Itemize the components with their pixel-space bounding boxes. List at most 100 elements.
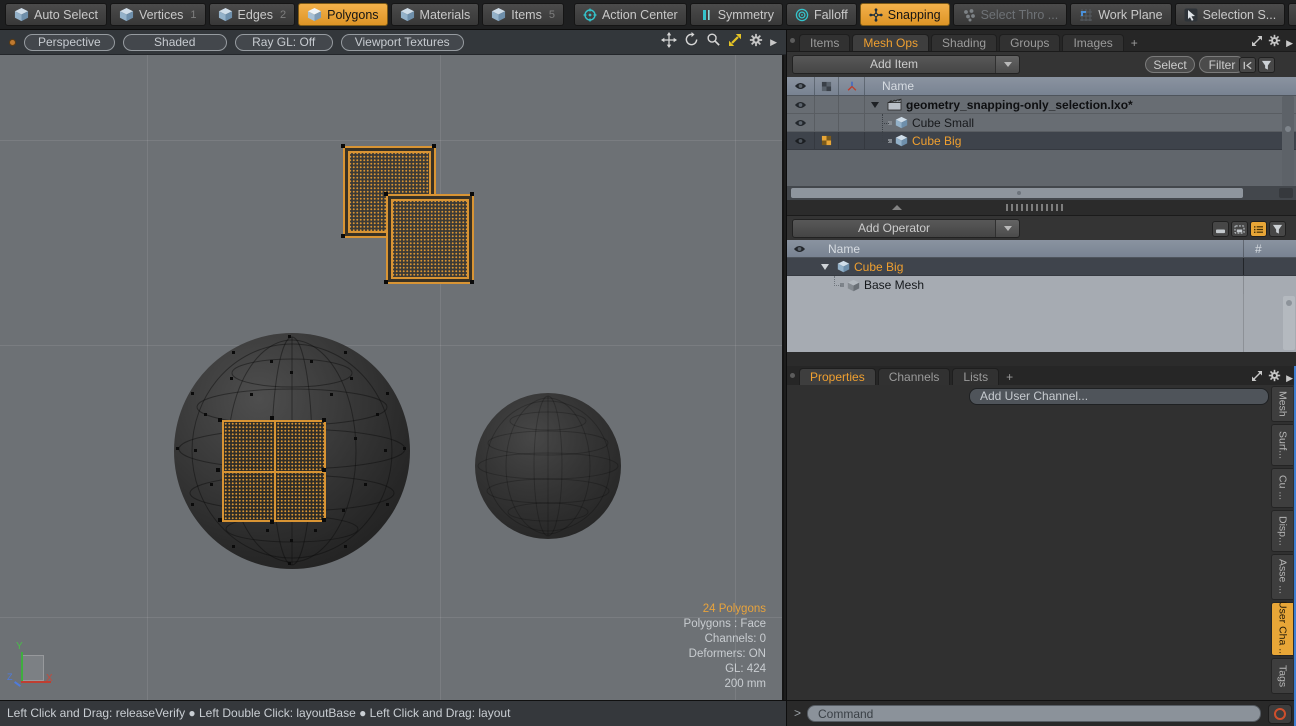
visibility-column-header[interactable] bbox=[787, 240, 811, 257]
side-tab-user-channels[interactable]: User Cha ... bbox=[1271, 602, 1293, 656]
side-tab-assemblies[interactable]: Asse ... bbox=[1271, 554, 1293, 600]
items-mode-button[interactable]: Items 5 bbox=[482, 3, 564, 26]
axis-cell[interactable] bbox=[839, 96, 865, 113]
side-tab-tags[interactable]: Tags bbox=[1271, 658, 1293, 694]
side-tab-mesh[interactable]: Mesh bbox=[1271, 386, 1293, 422]
materials-mode-button[interactable]: Materials bbox=[391, 3, 480, 26]
panel-splitter[interactable] bbox=[787, 200, 1296, 215]
3d-viewport[interactable]: 24 Polygons Polygons : Face Channels: 0 … bbox=[0, 55, 784, 700]
select-through-button[interactable]: Select Thro ... bbox=[953, 3, 1068, 26]
side-tab-curves[interactable]: Cu ... bbox=[1271, 468, 1293, 508]
shading-style-button[interactable]: Shaded bbox=[123, 34, 227, 51]
selected-polygons-patch[interactable] bbox=[222, 420, 326, 522]
item-row-cube-big-selected[interactable]: Cube Big bbox=[787, 132, 1296, 150]
count-column-header[interactable]: # bbox=[1255, 242, 1262, 256]
visibility-cell[interactable] bbox=[787, 132, 815, 149]
meshops-vertical-scrollbar[interactable] bbox=[1283, 296, 1295, 350]
rotate-view-icon[interactable] bbox=[684, 32, 699, 52]
viewport-menu-arrow-icon[interactable]: ▶ bbox=[770, 38, 777, 47]
add-tab-button[interactable]: + bbox=[1126, 34, 1143, 51]
maximize-viewport-icon[interactable] bbox=[728, 33, 742, 52]
panel-dot-icon[interactable] bbox=[790, 373, 795, 378]
collapse-all-button[interactable] bbox=[1239, 57, 1256, 73]
sc e-row[interactable]: geometry_snapping-only_selection.lxo* bbox=[787, 96, 1296, 114]
render-cell[interactable] bbox=[815, 132, 839, 149]
visibility-column-header[interactable] bbox=[787, 77, 815, 95]
tab-channels[interactable]: Channels bbox=[878, 368, 951, 385]
pan-icon[interactable] bbox=[661, 32, 677, 53]
render-cell[interactable] bbox=[815, 96, 839, 113]
vertices-mode-button[interactable]: Vertices 1 bbox=[110, 3, 206, 26]
add-operator-dropdown[interactable]: Add Operator bbox=[792, 219, 1020, 238]
render-cell[interactable] bbox=[815, 114, 839, 131]
name-column-header[interactable]: Name bbox=[828, 242, 860, 256]
ghost-view-button[interactable] bbox=[1231, 221, 1248, 237]
splitter-grip[interactable] bbox=[1006, 204, 1064, 211]
list-view-button[interactable] bbox=[1250, 221, 1267, 237]
camera-view-button[interactable]: Perspective bbox=[24, 34, 115, 51]
item-name[interactable]: Cube Small bbox=[912, 116, 974, 130]
side-tab-displacement[interactable]: Disp... bbox=[1271, 510, 1293, 552]
macro-record-button[interactable] bbox=[1268, 704, 1292, 724]
panel-divider[interactable] bbox=[787, 352, 1296, 366]
tab-mesh-ops[interactable]: Mesh Ops bbox=[852, 34, 929, 51]
add-tab-button[interactable]: + bbox=[1001, 368, 1018, 385]
meshop-row-base-mesh[interactable]: Base Mesh bbox=[787, 276, 1296, 294]
zoom-icon[interactable] bbox=[706, 32, 721, 52]
solo-view-button[interactable] bbox=[1212, 221, 1229, 237]
name-column-header[interactable]: Name bbox=[882, 79, 914, 93]
visibility-cell[interactable] bbox=[787, 96, 815, 113]
selection-sets-button[interactable]: Selection S... bbox=[1175, 3, 1286, 26]
axis-column-header[interactable] bbox=[839, 77, 865, 95]
items-list-empty-area[interactable] bbox=[787, 150, 1296, 186]
items-vertical-scrollbar[interactable] bbox=[1282, 96, 1294, 186]
expand-triangle-icon[interactable] bbox=[821, 264, 829, 270]
item-row-cube-small[interactable]: Cube Small bbox=[787, 114, 1296, 132]
snapping-button[interactable]: Snapping bbox=[860, 3, 950, 26]
item-name[interactable]: Cube Big bbox=[912, 134, 961, 148]
falloff-button[interactable]: Falloff bbox=[786, 3, 857, 26]
splitter-collapse-arrow-icon[interactable] bbox=[892, 205, 902, 210]
edges-mode-button[interactable]: Edges 2 bbox=[209, 3, 296, 26]
auto-select-button[interactable]: Auto Select bbox=[5, 3, 107, 26]
command-input[interactable] bbox=[807, 705, 1261, 722]
axis-cell[interactable] bbox=[839, 114, 865, 131]
tab-groups[interactable]: Groups bbox=[999, 34, 1060, 51]
meshop-row-cube-big-selected[interactable]: Cube Big bbox=[787, 258, 1296, 276]
viewport-options-gear-icon[interactable] bbox=[749, 33, 763, 52]
panel-menu-arrow-icon[interactable]: ▶ bbox=[1286, 374, 1293, 383]
work-plane-button[interactable]: Work Plane bbox=[1070, 3, 1171, 26]
meshops-filter-funnel-button[interactable] bbox=[1269, 221, 1286, 237]
scene-name[interactable]: geometry_snapping-only_selection.lxo* bbox=[906, 98, 1133, 112]
items-horizontal-scrollbar[interactable] bbox=[787, 186, 1296, 200]
panel-menu-arrow-icon[interactable]: ▶ bbox=[1286, 39, 1293, 48]
axis-cell[interactable] bbox=[839, 132, 865, 149]
render-column-header[interactable] bbox=[815, 77, 839, 95]
select-button[interactable]: Select bbox=[1145, 56, 1195, 73]
viewport-textures-button[interactable]: Viewport Textures bbox=[341, 34, 464, 51]
side-tab-surface[interactable]: Surf... bbox=[1271, 424, 1293, 466]
panel-gear-icon[interactable] bbox=[1268, 34, 1281, 52]
add-user-channel-button[interactable]: Add User Channel... bbox=[969, 388, 1269, 405]
tab-lists[interactable]: Lists bbox=[952, 368, 999, 385]
meshops-list-empty-area[interactable] bbox=[787, 294, 1296, 352]
tab-images[interactable]: Images bbox=[1062, 34, 1123, 51]
panel-dot-icon[interactable] bbox=[790, 38, 795, 43]
item-filter-funnel-button[interactable] bbox=[1258, 57, 1275, 73]
visibility-cell[interactable] bbox=[787, 114, 815, 131]
tab-shading[interactable]: Shading bbox=[931, 34, 997, 51]
symmetry-button[interactable]: Symmetry bbox=[690, 3, 783, 26]
action-center-button[interactable]: Action Center bbox=[574, 3, 687, 26]
add-item-dropdown[interactable]: Add Item bbox=[792, 55, 1020, 74]
selected-square-polygon-front[interactable] bbox=[386, 194, 474, 284]
tab-items[interactable]: Items bbox=[799, 34, 850, 51]
afx-io-dropdown[interactable]: Afx IO bbox=[1288, 3, 1296, 26]
polygons-mode-button[interactable]: Polygons bbox=[298, 3, 387, 26]
expand-triangle-icon[interactable] bbox=[871, 102, 879, 108]
tab-properties[interactable]: Properties bbox=[799, 368, 876, 385]
scrollbar-thumb[interactable] bbox=[791, 188, 1243, 198]
expand-panel-icon[interactable] bbox=[1251, 34, 1263, 52]
ray-gl-button[interactable]: Ray GL: Off bbox=[235, 34, 333, 51]
meshop-name[interactable]: Base Mesh bbox=[864, 278, 924, 292]
meshop-name[interactable]: Cube Big bbox=[854, 260, 903, 274]
